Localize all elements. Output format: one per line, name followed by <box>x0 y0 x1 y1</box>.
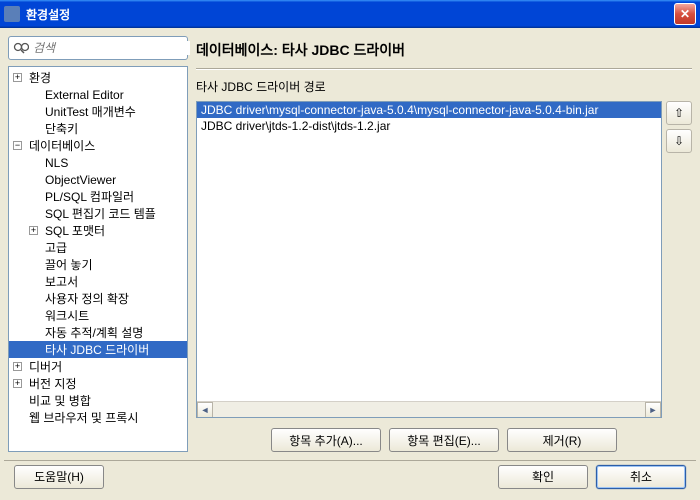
tree-item-label: 단축키 <box>43 120 80 137</box>
arrow-down-icon: ⇩ <box>674 134 684 148</box>
tree-item-label: 사용자 정의 확장 <box>43 290 131 307</box>
list-item[interactable]: JDBC driver\jtds-1.2-dist\jtds-1.2.jar <box>197 118 661 134</box>
tree-item-label: 타사 JDBC 드라이버 <box>43 341 151 358</box>
tree-item[interactable]: 자동 추적/계획 설명 <box>9 324 187 341</box>
tree-item[interactable]: ObjectViewer <box>9 171 187 188</box>
ok-button[interactable]: 확인 <box>498 465 588 489</box>
footer-right: 확인 취소 <box>498 465 686 489</box>
scroll-track[interactable] <box>213 402 645 417</box>
tree-item-label: 비교 및 병합 <box>27 392 93 409</box>
titlebar: 환경설정 ✕ <box>0 0 700 28</box>
tree-item-label: SQL 편집기 코드 템플 <box>43 205 158 222</box>
tree-item[interactable]: + 환경 <box>9 69 187 86</box>
list-area: JDBC driver\mysql-connector-java-5.0.4\m… <box>196 101 692 418</box>
tree-item[interactable]: PL/SQL 컴파일러 <box>9 188 187 205</box>
tree-item-label: ObjectViewer <box>43 173 118 187</box>
expand-icon[interactable]: + <box>13 73 22 82</box>
tree-item[interactable]: NLS <box>9 154 187 171</box>
tree-item-label: UnitTest 매개변수 <box>43 103 138 120</box>
window-title: 환경설정 <box>26 6 674 23</box>
search-box[interactable] <box>8 36 188 60</box>
driver-listbox[interactable]: JDBC driver\mysql-connector-java-5.0.4\m… <box>196 101 662 418</box>
tree-item-label: 자동 추적/계획 설명 <box>43 324 145 341</box>
content-area: +환경External EditorUnitTest 매개변수단축키−데이터베이… <box>0 28 700 460</box>
tree-item-label: 웹 브라우저 및 프록시 <box>27 409 140 426</box>
action-buttons: 항목 추가(A)... 항목 편집(E)... 제거(R) <box>196 422 692 452</box>
list-item[interactable]: JDBC driver\mysql-connector-java-5.0.4\m… <box>197 102 661 118</box>
tree-item[interactable]: + 버전 지정 <box>9 375 187 392</box>
reorder-buttons: ⇧ ⇩ <box>666 101 692 418</box>
panel-sublabel: 타사 JDBC 드라이버 경로 <box>196 76 692 97</box>
scroll-right-button[interactable]: ► <box>645 402 661 418</box>
search-icon <box>13 41 29 55</box>
add-item-button[interactable]: 항목 추가(A)... <box>271 428 381 452</box>
tree-item[interactable]: SQL 편집기 코드 템플 <box>9 205 187 222</box>
tree-item[interactable]: + SQL 포맷터 <box>9 222 187 239</box>
tree-item-label: 버전 지정 <box>27 375 79 392</box>
search-input[interactable] <box>33 41 190 55</box>
right-panel: 데이터베이스: 타사 JDBC 드라이버 타사 JDBC 드라이버 경로 JDB… <box>196 36 692 452</box>
remove-item-button[interactable]: 제거(R) <box>507 428 617 452</box>
arrow-up-icon: ⇧ <box>674 106 684 120</box>
app-icon <box>4 6 20 22</box>
tree-item[interactable]: 웹 브라우저 및 프록시 <box>9 409 187 426</box>
tree-item-label: PL/SQL 컴파일러 <box>43 188 136 205</box>
tree-item[interactable]: −데이터베이스 <box>9 137 187 154</box>
tree-item-label: 워크시트 <box>43 307 91 324</box>
tree-item[interactable]: 고급 <box>9 239 187 256</box>
edit-item-button[interactable]: 항목 편집(E)... <box>389 428 499 452</box>
scroll-left-button[interactable]: ◄ <box>197 402 213 418</box>
panel-title: 데이터베이스: 타사 JDBC 드라이버 <box>196 36 692 64</box>
dialog-footer: 도움말(H) 확인 취소 <box>4 460 696 492</box>
tree-item-label: SQL 포맷터 <box>43 222 107 239</box>
expand-icon[interactable]: + <box>13 362 22 371</box>
left-panel: +환경External EditorUnitTest 매개변수단축키−데이터베이… <box>8 36 188 452</box>
move-up-button[interactable]: ⇧ <box>666 101 692 125</box>
tree-item[interactable]: External Editor <box>9 86 187 103</box>
cancel-button[interactable]: 취소 <box>596 465 686 489</box>
tree-item[interactable]: 사용자 정의 확장 <box>9 290 187 307</box>
tree-item-label: 디버거 <box>27 358 64 375</box>
move-down-button[interactable]: ⇩ <box>666 129 692 153</box>
separator <box>196 68 692 70</box>
close-icon: ✕ <box>680 7 690 21</box>
tree-item[interactable]: UnitTest 매개변수 <box>9 103 187 120</box>
tree-item-label: External Editor <box>43 88 126 102</box>
tree-item[interactable]: 워크시트 <box>9 307 187 324</box>
tree-item[interactable]: 타사 JDBC 드라이버 <box>9 341 187 358</box>
help-button[interactable]: 도움말(H) <box>14 465 104 489</box>
tree-item-label: 고급 <box>43 239 69 256</box>
tree-item[interactable]: 비교 및 병합 <box>9 392 187 409</box>
tree-item[interactable]: + 디버거 <box>9 358 187 375</box>
close-button[interactable]: ✕ <box>674 3 696 25</box>
expand-icon[interactable]: + <box>29 226 38 235</box>
h-scrollbar[interactable]: ◄ ► <box>197 401 661 417</box>
tree-item-label: 보고서 <box>43 273 80 290</box>
tree-item-label: NLS <box>43 156 70 170</box>
tree-item-label: 끌어 놓기 <box>43 256 95 273</box>
expand-icon[interactable]: + <box>13 379 22 388</box>
tree-item[interactable]: 보고서 <box>9 273 187 290</box>
tree-view[interactable]: +환경External EditorUnitTest 매개변수단축키−데이터베이… <box>8 66 188 452</box>
tree-item[interactable]: 끌어 놓기 <box>9 256 187 273</box>
tree-item-label: 데이터베이스 <box>27 137 97 154</box>
tree-item-label: 환경 <box>27 69 53 86</box>
collapse-icon[interactable]: − <box>13 141 22 150</box>
tree-item[interactable]: 단축키 <box>9 120 187 137</box>
